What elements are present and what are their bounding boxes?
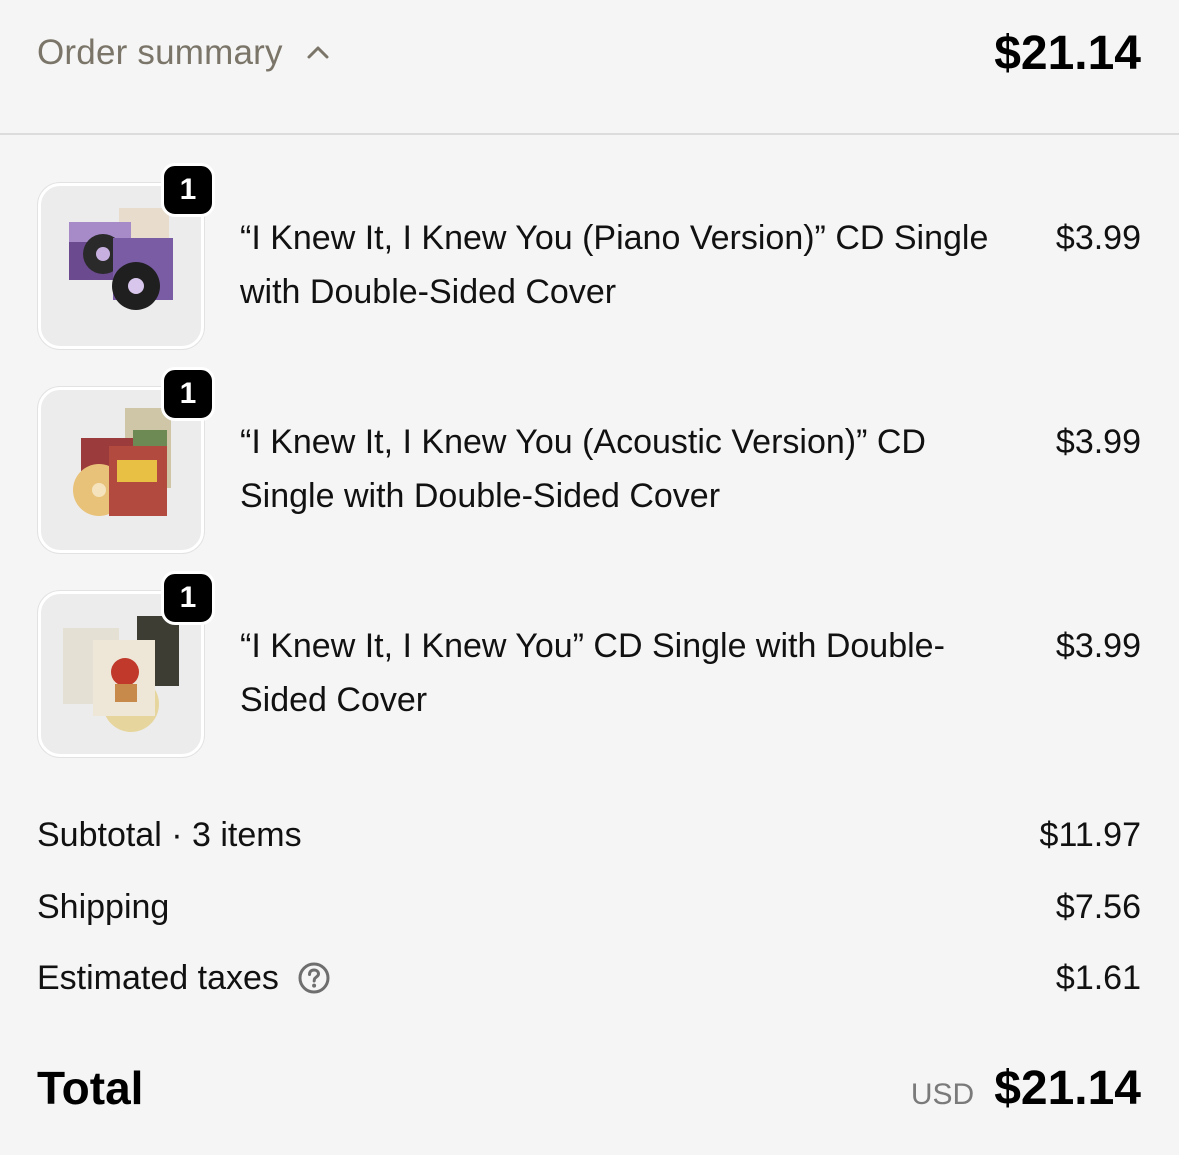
- item-name: “I Knew It, I Knew You (Acoustic Version…: [240, 423, 926, 515]
- item-name: “I Knew It, I Knew You” CD Single with D…: [240, 627, 945, 719]
- line-item: 1 “I Knew It, I Knew You (Acoustic Versi…: [0, 367, 1179, 577]
- order-summary-title: Order summary: [37, 33, 283, 72]
- order-summary-header: Order summary $21.14: [0, 0, 1179, 135]
- question-circle-icon[interactable]: [297, 961, 331, 995]
- chevron-up-icon: [305, 40, 331, 66]
- subtotal-label: Subtotal · 3 items: [37, 815, 302, 854]
- shipping-value: $7.56: [1055, 887, 1141, 926]
- item-price: $3.99: [1055, 423, 1141, 461]
- item-price: $3.99: [1055, 627, 1141, 665]
- total-amount-group: USD $21.14: [911, 1061, 1141, 1116]
- total-row: Total USD $21.14: [37, 1058, 1141, 1118]
- quantity-badge: 1: [161, 163, 215, 217]
- header-total-price: $21.14: [994, 27, 1141, 80]
- total-value: $21.14: [994, 1061, 1141, 1115]
- taxes-row: Estimated taxes $1.61: [37, 955, 1141, 1001]
- shipping-label: Shipping: [37, 887, 170, 926]
- line-item: 1 “I Knew It, I Knew You (Piano Version)…: [0, 163, 1179, 373]
- order-summary-toggle[interactable]: Order summary: [37, 30, 331, 76]
- subtotal-value: $11.97: [1039, 815, 1141, 854]
- taxes-label: Estimated taxes: [37, 958, 279, 997]
- subtotal-row: Subtotal · 3 items $11.97: [37, 812, 1141, 858]
- item-price: $3.99: [1055, 219, 1141, 257]
- quantity-badge: 1: [161, 571, 215, 625]
- quantity-badge: 1: [161, 367, 215, 421]
- total-label: Total: [37, 1062, 144, 1114]
- shipping-row: Shipping $7.56: [37, 884, 1141, 930]
- item-name: “I Knew It, I Knew You (Piano Version)” …: [240, 219, 989, 311]
- taxes-label-group: Estimated taxes: [37, 959, 331, 998]
- line-item: 1 “I Knew It, I Knew You” CD Single with…: [0, 571, 1179, 781]
- currency-code: USD: [910, 1077, 975, 1111]
- taxes-value: $1.61: [1055, 958, 1141, 997]
